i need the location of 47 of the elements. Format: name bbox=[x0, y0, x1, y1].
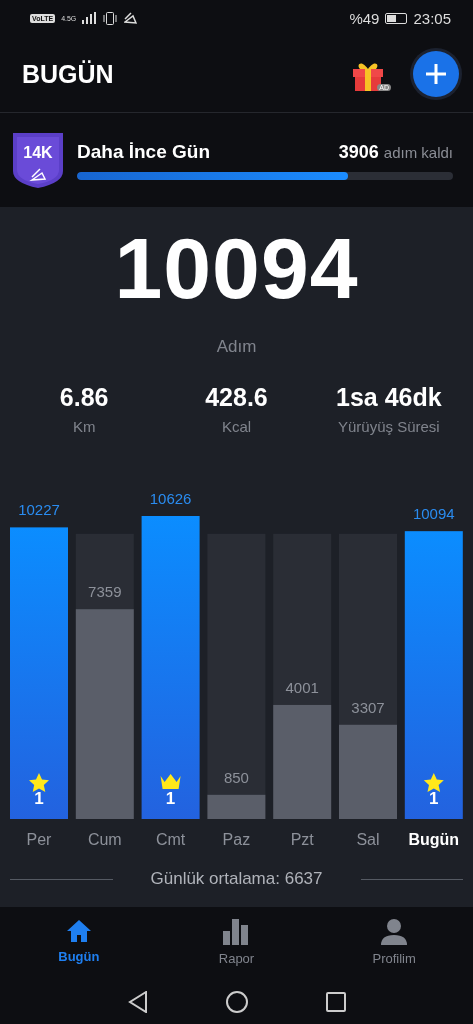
daily-average: Günlük ortalama: 6637 bbox=[150, 869, 323, 889]
bar-value: 10094 bbox=[412, 505, 455, 523]
bar-chart-icon bbox=[223, 919, 250, 945]
nav-tab[interactable]: Profilim bbox=[339, 913, 450, 977]
day-label: Cum bbox=[87, 831, 122, 848]
nav-tab[interactable]: Rapor bbox=[181, 913, 292, 977]
step-count: 10094 bbox=[114, 225, 359, 311]
day-label: Per bbox=[26, 831, 52, 848]
stat-value: 1sa 46dk bbox=[336, 383, 442, 412]
badge-count: 1 bbox=[429, 789, 439, 808]
day-label: Sal bbox=[356, 831, 380, 848]
stat-value: 6.86 bbox=[59, 383, 109, 412]
day-label: Bugün bbox=[408, 831, 460, 848]
plus-icon bbox=[426, 64, 446, 84]
battery-icon bbox=[385, 12, 408, 24]
bar-value: 3307 bbox=[351, 698, 385, 716]
remaining-steps: 3906 bbox=[338, 141, 379, 163]
remaining-label: adım kaldı bbox=[383, 143, 453, 161]
stat-value: 428.6 bbox=[205, 383, 268, 412]
back-icon[interactable] bbox=[127, 991, 148, 1013]
vibrate-icon bbox=[102, 11, 119, 25]
add-button[interactable] bbox=[413, 51, 459, 97]
stat-label: Yürüyüş Süresi bbox=[337, 418, 440, 435]
bar-value: 10227 bbox=[18, 501, 60, 519]
page-title: BUGÜN bbox=[22, 59, 115, 89]
nav-tab[interactable]: Bugün bbox=[23, 913, 134, 977]
battery-percent: %49 bbox=[349, 9, 380, 27]
bar-value: 850 bbox=[223, 768, 249, 786]
clock: 23:05 bbox=[413, 9, 451, 27]
home-button-icon[interactable] bbox=[225, 991, 248, 1013]
bar-value: 4001 bbox=[285, 678, 319, 696]
signal-icon bbox=[82, 12, 97, 24]
badge-count: 1 bbox=[165, 789, 176, 808]
day-label: Paz bbox=[222, 831, 251, 848]
bar-value: 10626 bbox=[149, 493, 192, 507]
recents-icon[interactable] bbox=[325, 992, 346, 1012]
stat-label: Km bbox=[72, 418, 96, 435]
goal-badge: 14K bbox=[13, 132, 63, 188]
person-icon bbox=[381, 919, 408, 945]
badge-count: 1 bbox=[34, 789, 44, 808]
day-label: Pzt bbox=[290, 831, 314, 848]
day-label: Cmt bbox=[155, 831, 186, 848]
stat-label: Kcal bbox=[221, 418, 252, 435]
goal-title: Daha İnce Gün bbox=[77, 140, 212, 163]
step-label: Adım bbox=[216, 337, 257, 357]
bar-value: 7359 bbox=[88, 583, 122, 601]
home-icon bbox=[65, 919, 92, 943]
